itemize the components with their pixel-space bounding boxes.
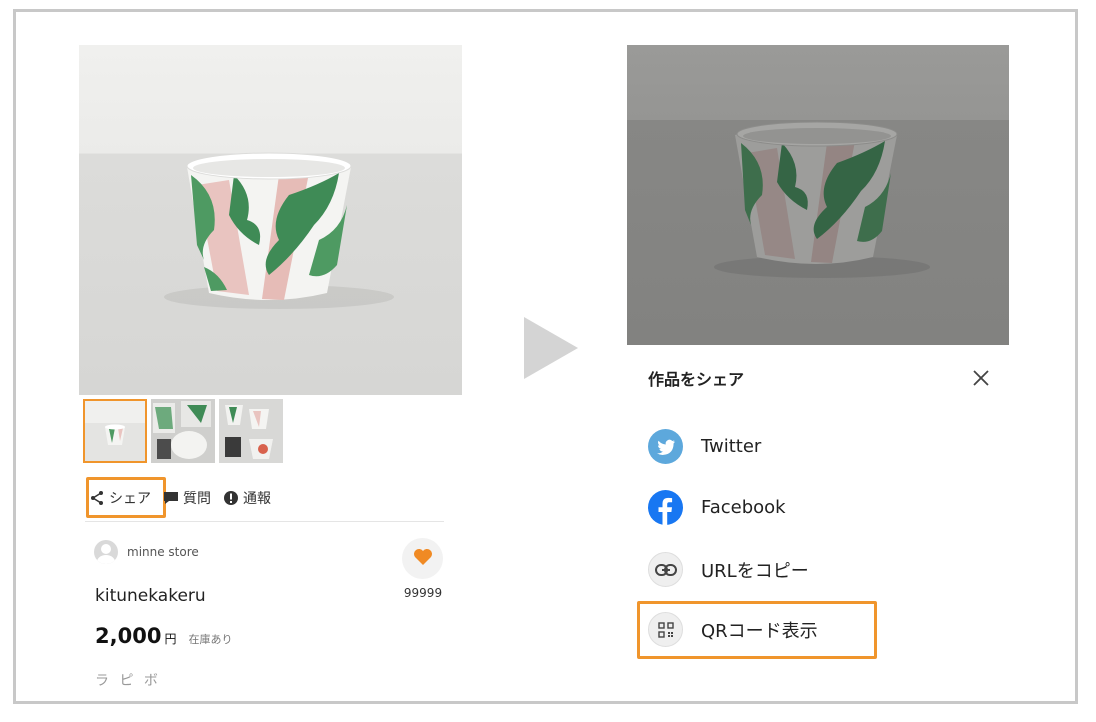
copy-url-button[interactable]: URLをコピー (648, 552, 809, 587)
play-arrow-icon (524, 317, 578, 379)
question-button[interactable]: 質問 (163, 488, 211, 508)
share-sheet-title: 作品をシェア (648, 370, 745, 389)
share-icon (89, 490, 105, 506)
price-row: 2,000 円 在庫あり (95, 624, 232, 648)
share-twitter-button[interactable]: Twitter (648, 429, 761, 464)
thumbnail-strip (83, 399, 283, 463)
question-label: 質問 (183, 491, 211, 507)
thumbnail-1[interactable] (83, 399, 147, 463)
price: 2,000 (95, 624, 162, 648)
close-icon[interactable] (970, 367, 992, 389)
report-button[interactable]: 通報 (223, 488, 271, 508)
twitter-icon (648, 429, 683, 464)
share-facebook-button[interactable]: Facebook (648, 490, 786, 525)
share-twitter-label: Twitter (701, 436, 762, 457)
share-facebook-label: Facebook (701, 497, 786, 518)
product-actions: シェア 質問 通報 (89, 479, 283, 517)
dimmed-product-image (627, 45, 1009, 345)
seller-row[interactable]: minne store (94, 540, 199, 564)
qr-code-icon (648, 612, 683, 647)
thumbnail-2[interactable] (151, 399, 215, 463)
favorite-button[interactable] (402, 538, 443, 579)
show-qr-label: QRコード表示 (701, 620, 818, 642)
product-main-image[interactable] (79, 45, 462, 395)
heart-icon (413, 548, 433, 570)
chat-bubble-icon (163, 490, 179, 506)
product-name: kitunekakeru (95, 586, 206, 606)
currency: 円 (164, 632, 177, 646)
copy-url-label: URLをコピー (701, 560, 809, 582)
show-qr-button[interactable]: QRコード表示 (648, 612, 818, 647)
thumbnail-3[interactable] (219, 399, 283, 463)
share-button[interactable]: シェア (89, 488, 151, 508)
facebook-icon (648, 490, 683, 525)
share-label: シェア (109, 491, 151, 507)
stock-status: 在庫あり (188, 633, 233, 646)
seller-name: minne store (127, 545, 199, 559)
favorite-count: 99999 (403, 586, 443, 600)
link-icon (648, 552, 683, 587)
report-label: 通報 (243, 491, 271, 507)
divider (85, 521, 444, 522)
alert-icon (223, 490, 239, 506)
truncated-text: ラ ピ ボ (95, 673, 161, 689)
avatar (94, 540, 118, 564)
